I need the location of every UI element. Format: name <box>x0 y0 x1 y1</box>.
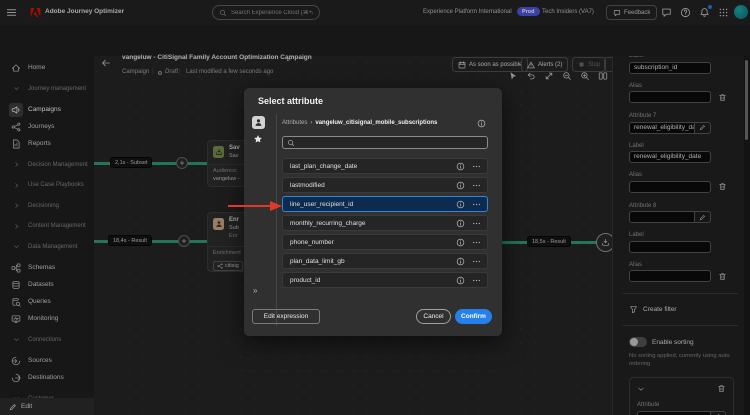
favorites-tab[interactable] <box>253 134 263 144</box>
more-icon[interactable] <box>472 257 481 266</box>
attribute-row-product_id[interactable]: product_id <box>282 272 488 288</box>
more-icon[interactable] <box>472 200 481 209</box>
attribute-row-phone_number[interactable]: phone_number <box>282 234 488 250</box>
info-icon[interactable] <box>456 257 465 266</box>
attribute-row-lastmodified[interactable]: lastmodified <box>282 177 488 193</box>
attribute-row-plan_data_limit_gb[interactable]: plan_data_limit_gb <box>282 253 488 269</box>
expand-rail-button[interactable]: » <box>253 286 257 295</box>
more-icon[interactable] <box>472 181 481 190</box>
attribute-search-input[interactable] <box>298 139 483 146</box>
more-icon[interactable] <box>472 276 481 285</box>
info-icon[interactable] <box>456 181 465 190</box>
attribute-search[interactable] <box>282 136 488 149</box>
divider <box>276 114 277 326</box>
info-icon[interactable] <box>477 119 486 128</box>
attribute-name: phone_number <box>290 238 334 246</box>
attribute-row-monthly_recurring_charge[interactable]: monthly_recurring_charge <box>282 215 488 231</box>
attribute-name: last_plan_change_date <box>290 162 358 170</box>
breadcrumb-root[interactable]: Attributes <box>282 120 307 126</box>
info-icon[interactable] <box>456 200 465 209</box>
breadcrumb: Attributes › vangeluw_citisignal_mobile_… <box>282 120 437 126</box>
search-icon <box>287 139 295 147</box>
attribute-name: line_user_recipient_id <box>290 200 354 208</box>
scrollbar-thumb[interactable] <box>745 60 748 140</box>
attribute-row-line_user_recipient_id[interactable]: line_user_recipient_id <box>282 196 488 212</box>
breadcrumb-separator: › <box>310 120 313 126</box>
edit-expression-button[interactable]: Edit expression <box>252 309 320 324</box>
profile-attributes-tab[interactable] <box>252 116 265 129</box>
info-icon[interactable] <box>456 238 465 247</box>
attribute-name: monthly_recurring_charge <box>290 219 366 227</box>
attribute-name: lastmodified <box>290 181 325 189</box>
attribute-row-last_plan_change_date[interactable]: last_plan_change_date <box>282 158 488 174</box>
confirm-button[interactable]: Confirm <box>455 309 492 324</box>
person-icon <box>254 118 263 127</box>
breadcrumb-current: vangeluw_citisignal_mobile_subscriptions <box>315 120 438 126</box>
annotation-arrow <box>228 201 282 211</box>
more-icon[interactable] <box>472 219 481 228</box>
info-icon[interactable] <box>456 162 465 171</box>
info-icon[interactable] <box>456 276 465 285</box>
more-icon[interactable] <box>472 238 481 247</box>
dialog-title: Select attribute <box>258 96 324 106</box>
info-icon[interactable] <box>456 219 465 228</box>
more-icon[interactable] <box>472 162 481 171</box>
cancel-button[interactable]: Cancel <box>416 309 451 324</box>
attribute-name: plan_data_limit_gb <box>290 257 345 265</box>
attribute-name: product_id <box>290 276 321 284</box>
